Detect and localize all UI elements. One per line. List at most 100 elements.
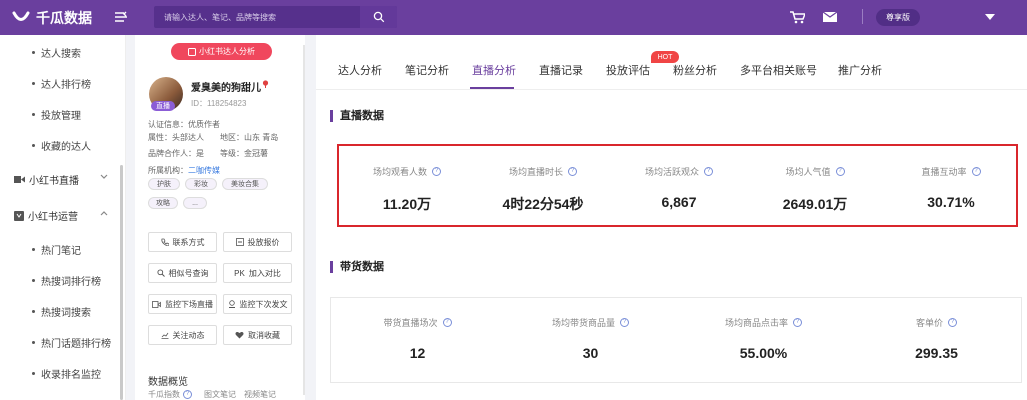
heart-icon xyxy=(235,331,244,339)
tab-fans-analysis[interactable]: 粉丝分析 xyxy=(673,62,717,78)
sidebar-group-ops[interactable]: 小红书运营 xyxy=(14,208,114,223)
bullet-icon xyxy=(32,372,35,375)
help-icon[interactable]: ? xyxy=(432,167,441,176)
unfavorite-button[interactable]: 取消收藏 xyxy=(223,325,292,345)
stat-value: 2649.01万 xyxy=(782,196,848,212)
sidebar-item-favorites[interactable]: 收藏的达人 xyxy=(0,138,120,153)
xhs-tag-label: 小红书达人分析 xyxy=(199,47,255,56)
search-icon xyxy=(156,269,165,277)
sub-link-video-notes[interactable]: 视频笔记 xyxy=(244,389,276,400)
sidebar-item-label: 收录排名监控 xyxy=(41,370,101,381)
pin-icon[interactable] xyxy=(261,79,270,88)
operations-icon xyxy=(14,210,24,221)
sub-link-index[interactable]: 千瓜指数 xyxy=(148,389,180,400)
sidebar-group-live[interactable]: 小红书直播 xyxy=(14,172,114,187)
help-icon[interactable]: ? xyxy=(835,167,845,176)
similar-search-label: 相似号查询 xyxy=(168,268,209,278)
profile-scrollbar[interactable] xyxy=(303,45,305,395)
sidebar-item-talent-ranking[interactable]: 达人排行榜 xyxy=(0,76,120,91)
similar-search-button[interactable]: 相似号查询 xyxy=(148,263,217,283)
bullet-icon xyxy=(32,144,35,147)
tab-live-analysis[interactable]: 直播分析 xyxy=(472,62,516,78)
search-input[interactable] xyxy=(154,6,360,28)
sidebar-item-label: 热门话题排行榜 xyxy=(41,339,111,350)
active-tab-indicator xyxy=(470,87,514,89)
help-icon[interactable]: ? xyxy=(971,167,981,176)
profile-id: ID：118254823 xyxy=(191,99,247,108)
stat-unit-price: 客单价? 299.35 xyxy=(850,316,1023,361)
stat-label: 客单价 xyxy=(915,318,943,328)
stat-label: 场均商品点击率 xyxy=(724,318,788,328)
monitor-live-button[interactable]: 监控下场直播 xyxy=(148,294,217,314)
header-divider xyxy=(862,9,863,24)
sidebar-item-ranking-monitor[interactable]: 收录排名监控 xyxy=(0,366,120,381)
tag-beauty-collection[interactable]: 美妆合集 xyxy=(222,178,268,190)
bullet-icon xyxy=(32,279,35,282)
data-sub-links: 千瓜指数 ? 图文笔记 视频笔记 xyxy=(148,389,284,400)
help-icon[interactable]: ? xyxy=(793,318,802,327)
tab-delivery-eval[interactable]: 投放评估 xyxy=(606,62,650,78)
vip-badge[interactable]: 尊享版 xyxy=(876,9,920,26)
sidebar-item-hot-notes[interactable]: 热门笔记 xyxy=(0,242,120,257)
tab-notes-analysis[interactable]: 笔记分析 xyxy=(405,62,449,78)
stat-avg-viewers: 场均观看人数? 11.20万 xyxy=(339,165,475,214)
help-icon[interactable]: ? xyxy=(442,318,452,327)
book-icon xyxy=(188,47,196,56)
sidebar-scrollbar[interactable] xyxy=(120,165,123,400)
tag-makeup[interactable]: 彩妆 xyxy=(185,178,217,190)
tag-more[interactable]: ... xyxy=(183,197,207,209)
org-line: 所属机构：二咖传媒 xyxy=(148,165,236,176)
org-link[interactable]: 二咖传媒 xyxy=(188,166,220,175)
org-prefix: 所属机构： xyxy=(148,166,188,175)
search-button[interactable] xyxy=(360,6,397,28)
help-icon[interactable]: ? xyxy=(948,318,957,327)
compare-button[interactable]: PK 加入对比 xyxy=(223,263,292,283)
tab-promotion-analysis[interactable]: 推广分析 xyxy=(838,62,882,78)
tab-multi-platform[interactable]: 多平台相关账号 xyxy=(740,62,817,78)
stat-avg-goods-count: 场均带货商品量? 30 xyxy=(504,316,677,361)
tag-skincare[interactable]: 护肤 xyxy=(148,178,180,190)
video-icon xyxy=(14,176,25,183)
cert-info: 认证信息：优质作者 xyxy=(148,120,220,129)
mail-icon[interactable] xyxy=(822,10,838,24)
stat-label: 直播互动率 xyxy=(921,167,967,177)
quote-button-label: 投放报价 xyxy=(247,237,280,247)
sub-link-image-notes[interactable]: 图文笔记 xyxy=(204,389,236,400)
sidebar-item-hot-topics[interactable]: 热门话题排行榜 xyxy=(0,335,120,350)
sidebar-item-hot-words-ranking[interactable]: 热搜词排行榜 xyxy=(0,273,120,288)
help-icon[interactable]: ? xyxy=(183,390,192,399)
help-icon[interactable]: ? xyxy=(568,167,577,176)
follow-updates-button[interactable]: 关注动态 xyxy=(148,325,217,345)
help-icon[interactable]: ? xyxy=(704,167,713,176)
sidebar-item-label: 投放管理 xyxy=(41,111,81,122)
quote-icon xyxy=(235,238,244,246)
stat-label: 带货直播场次 xyxy=(383,318,438,328)
stat-value: 30.71% xyxy=(927,194,975,210)
sidebar-item-delivery-mgmt[interactable]: 投放管理 xyxy=(0,107,120,122)
brand-logo[interactable]: 千瓜数据 xyxy=(12,8,92,28)
coop-level-line: 品牌合作人：是 等级：金冠薯 xyxy=(148,148,284,159)
stat-value: 30 xyxy=(582,345,599,361)
profile-name: 爱臭美的狗甜儿 xyxy=(191,83,261,94)
monitor-live-label: 监控下场直播 xyxy=(165,299,213,309)
sidebar-item-talent-search[interactable]: 达人搜索 xyxy=(0,45,120,60)
video-icon xyxy=(152,300,161,308)
live-data-title: 直播数据 xyxy=(330,110,384,122)
unfavorite-label: 取消收藏 xyxy=(248,330,280,340)
stat-label: 场均直播时长 xyxy=(508,167,563,177)
tag-guide[interactable]: 攻略 xyxy=(148,197,178,209)
menu-toggle-icon[interactable] xyxy=(114,10,128,24)
sidebar-item-hot-words-search[interactable]: 热搜词搜索 xyxy=(0,304,120,319)
profile-panel: 小红书达人分析 直播 爱臭美的狗甜儿 ID：118254823 认证信息：优质作… xyxy=(135,35,305,400)
pk-icon: PK xyxy=(234,268,245,278)
help-icon[interactable]: ? xyxy=(620,318,629,327)
monitor-post-button[interactable]: 监控下次发文 xyxy=(223,294,292,314)
quote-button[interactable]: 投放报价 xyxy=(223,232,292,252)
tab-live-records[interactable]: 直播记录 xyxy=(539,62,583,78)
contact-button[interactable]: 联系方式 xyxy=(148,232,217,252)
stat-value: 11.20万 xyxy=(382,196,432,212)
tab-talent-analysis[interactable]: 达人分析 xyxy=(338,62,382,78)
goods-data-title: 带货数据 xyxy=(330,261,384,273)
account-dropdown-icon[interactable] xyxy=(985,14,995,20)
cart-icon[interactable] xyxy=(789,10,805,24)
